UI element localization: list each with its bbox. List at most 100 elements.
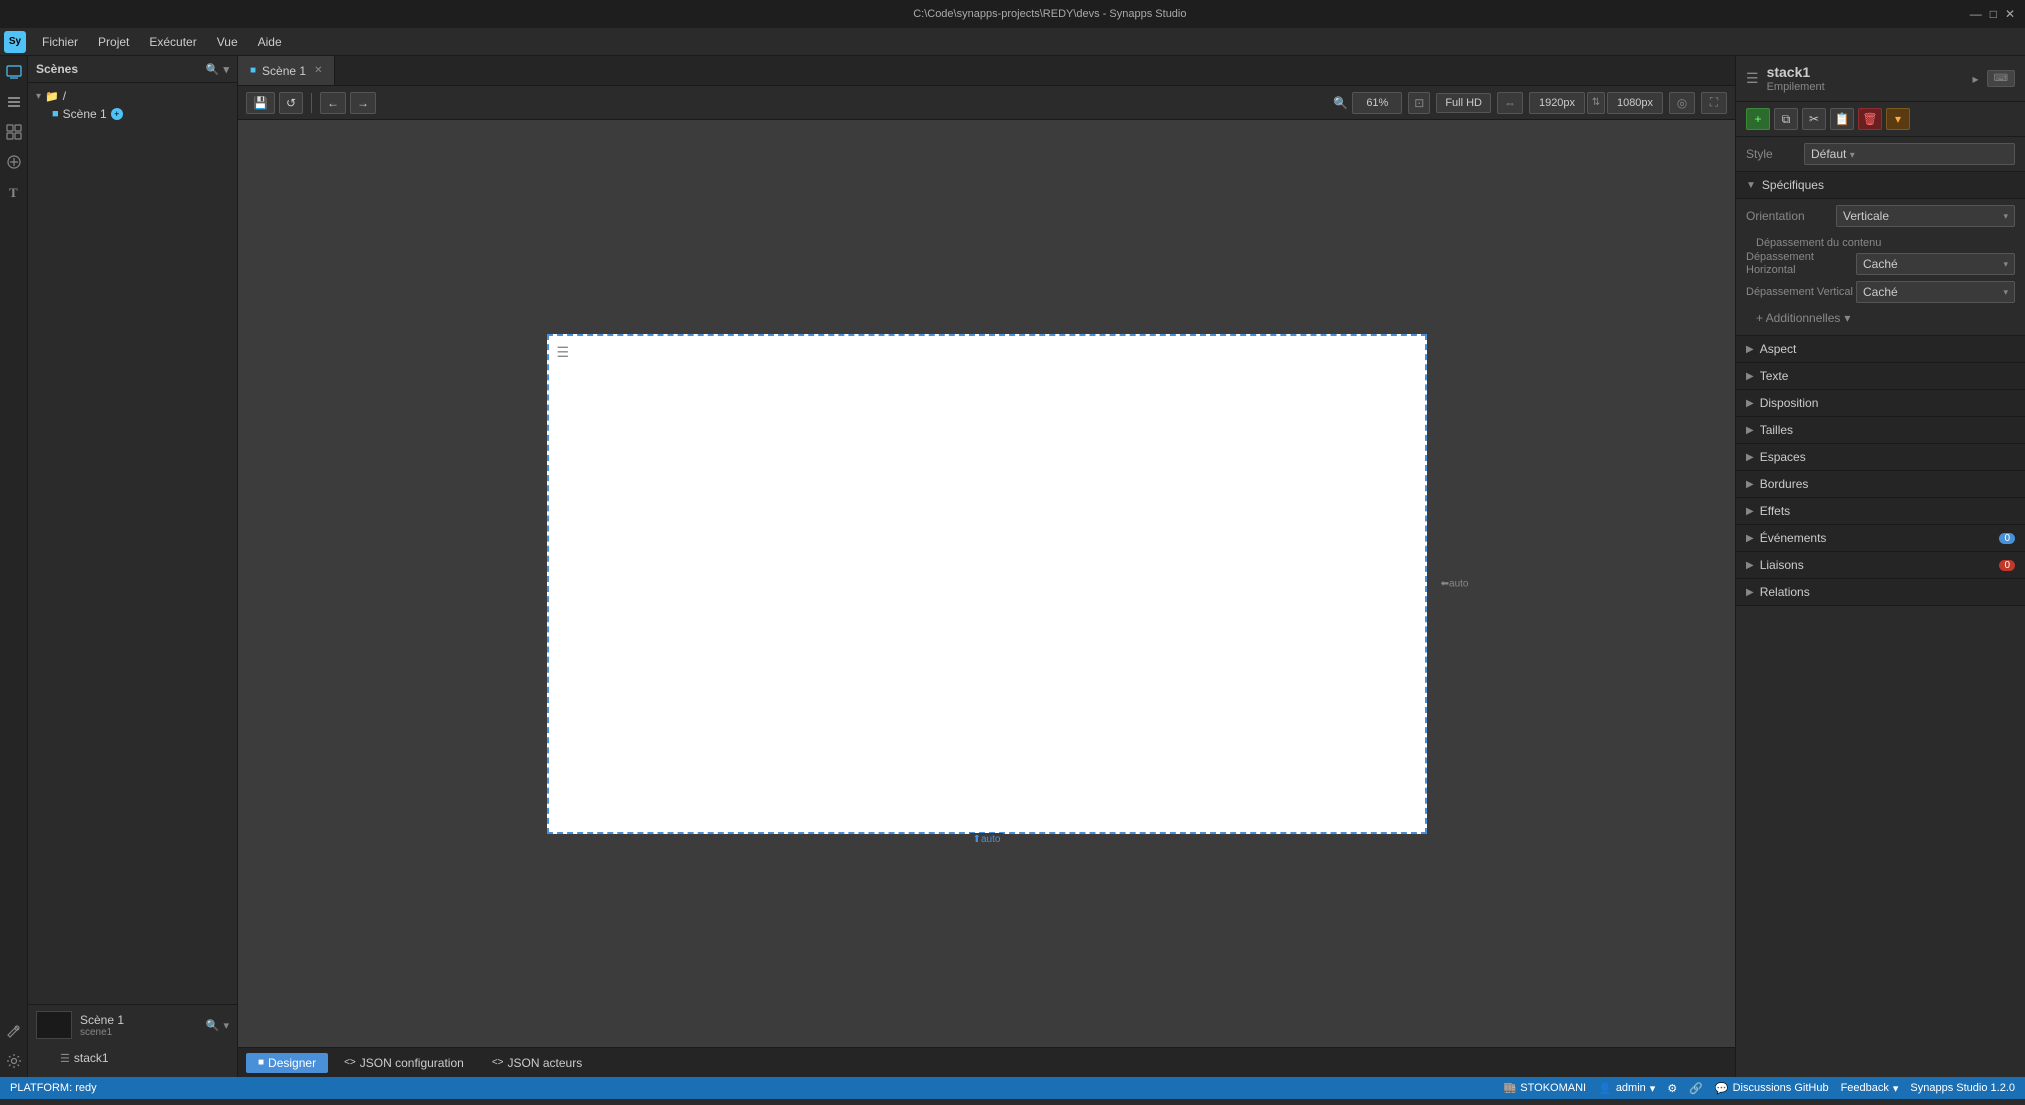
tailles-title: Tailles [1760, 423, 1793, 437]
status-admin[interactable]: 👤 admin ▾ [1598, 1082, 1655, 1095]
menu-aide[interactable]: Aide [248, 31, 292, 53]
sidebar-components-icon[interactable] [4, 122, 24, 142]
canvas-viewport[interactable]: ☰ ⬆auto ⬅auto [238, 120, 1735, 1047]
style-select-arrow: ▾ [1850, 150, 1855, 161]
mask-button[interactable]: ◎ [1669, 92, 1695, 114]
sidebar-text-icon[interactable]: T [4, 182, 24, 202]
bottom-tab-json-config[interactable]: <> JSON configuration [332, 1053, 476, 1073]
status-link[interactable]: 🔗 [1689, 1082, 1703, 1095]
panel-key-button[interactable]: ⌨ [1987, 70, 2015, 87]
canvas-tab-scene1[interactable]: ■ Scène 1 ✕ [238, 56, 335, 85]
espaces-header-left: ▶ Espaces [1746, 450, 1806, 464]
status-bar: PLATFORM: redy 🏬 STOKOMANI 👤 admin ▾ ⚙ 🔗… [0, 1077, 2025, 1099]
widget-toolbar: + ⧉ ✂ 📋 🗑 ▾ [1736, 102, 2025, 137]
aspect-title: Aspect [1760, 342, 1797, 356]
orientation-value: Verticale [1843, 209, 1889, 223]
additionnelles-button[interactable]: + Additionnelles ▾ [1746, 307, 2015, 329]
canvas-menu-icon[interactable]: ☰ [557, 344, 570, 361]
connect-button[interactable]: ⇔ [1497, 92, 1523, 114]
right-panel-title-block: stack1 Empilement [1767, 64, 1825, 93]
menu-executer[interactable]: Exécuter [139, 31, 206, 53]
panel-expand-button[interactable]: ▸ [1969, 70, 1983, 88]
width-input[interactable] [1529, 92, 1585, 114]
debordement-horizontal-value: Caché [1863, 257, 1898, 271]
sidebar-settings-icon[interactable] [4, 1051, 24, 1071]
debordement-vertical-select[interactable]: Caché ▾ [1856, 281, 2015, 303]
orientation-select[interactable]: Verticale ▾ [1836, 205, 2015, 227]
liaisons-title: Liaisons [1760, 558, 1804, 572]
svg-text:T: T [9, 185, 18, 200]
menu-fichier[interactable]: Fichier [32, 31, 88, 53]
specifiques-header[interactable]: ▼ Spécifiques [1736, 172, 2025, 199]
delete-widget-button[interactable]: 🗑 [1858, 108, 1882, 130]
specifiques-chevron: ▼ [1746, 180, 1756, 191]
evenements-section-header[interactable]: ▶ Événements 0 [1736, 525, 2025, 552]
mode-button[interactable]: Full HD [1436, 93, 1491, 113]
debordement-horizontal-select[interactable]: Caché ▾ [1856, 253, 2015, 275]
relations-section-header[interactable]: ▶ Relations [1736, 579, 2025, 606]
tailles-section-header[interactable]: ▶ Tailles [1736, 417, 2025, 444]
dimension-control: ⇅ [1529, 92, 1663, 114]
effets-title: Effets [1760, 504, 1790, 518]
file-panel-search-area: 🔍 ▾ [206, 63, 229, 76]
fullscreen-button[interactable]: ⛶ [1701, 92, 1727, 114]
resize-handle-bottom[interactable]: ⬆auto [969, 833, 1005, 846]
fit-icon-button[interactable]: ⊡ [1408, 92, 1430, 114]
more-widget-button[interactable]: ▾ [1886, 108, 1910, 130]
liaisons-section-header[interactable]: ▶ Liaisons 0 [1736, 552, 2025, 579]
menu-projet[interactable]: Projet [88, 31, 139, 53]
sidebar-layers-icon[interactable] [4, 92, 24, 112]
menu-vue[interactable]: Vue [207, 31, 248, 53]
status-feedback[interactable]: Feedback ▾ [1841, 1082, 1899, 1095]
save-button[interactable]: 💾 [246, 92, 275, 114]
status-discussions[interactable]: 💬 Discussions GitHub [1715, 1082, 1829, 1095]
bordures-section-header[interactable]: ▶ Bordures [1736, 471, 2025, 498]
add-widget-button[interactable]: + [1746, 108, 1770, 130]
tree-root-item[interactable]: ▾ 📁 / [28, 87, 237, 105]
copy-widget-button[interactable]: ⧉ [1774, 108, 1798, 130]
minimize-button[interactable]: — [1970, 7, 1982, 21]
zoom-input[interactable] [1352, 92, 1402, 114]
toolbar-right: 🔍 ⊡ Full HD ⇔ ⇅ ◎ ⛶ [1333, 92, 1727, 114]
aspect-section-header[interactable]: ▶ Aspect [1736, 336, 2025, 363]
style-label: Style [1746, 147, 1796, 161]
dimension-swap-icon[interactable]: ⇅ [1587, 92, 1605, 114]
file-panel-title: Scènes [36, 62, 78, 76]
scene-search-icon[interactable]: 🔍 [206, 1019, 220, 1032]
maximize-button[interactable]: □ [1990, 7, 1997, 21]
height-input[interactable] [1607, 92, 1663, 114]
disposition-section-header[interactable]: ▶ Disposition [1736, 390, 2025, 417]
sidebar-tools-icon[interactable] [4, 1021, 24, 1041]
paste-widget-button[interactable]: 📋 [1830, 108, 1854, 130]
github-icon: 💬 [1715, 1082, 1729, 1095]
resize-handle-right[interactable]: ⬅auto [1441, 578, 1469, 589]
stack-item-stack1[interactable]: ☰ stack1 [36, 1049, 229, 1067]
tree-scene1-item[interactable]: ■ Scène 1 + [28, 105, 237, 123]
back-button[interactable]: ← [320, 92, 346, 114]
sidebar-scenes-icon[interactable] [4, 62, 24, 82]
search-icon[interactable]: 🔍 [206, 63, 220, 76]
panel-menu-icon[interactable]: ▾ [223, 63, 229, 76]
scene-preview-section: Scène 1 scene1 🔍 ▾ ☰ stack1 [28, 1004, 237, 1077]
tab-close-button[interactable]: ✕ [314, 65, 322, 76]
close-button[interactable]: ✕ [2005, 7, 2015, 21]
status-settings[interactable]: ⚙ [1667, 1082, 1677, 1095]
espaces-section-header[interactable]: ▶ Espaces [1736, 444, 2025, 471]
tree-root-chevron: ▾ [36, 91, 41, 102]
scene-chevron-icon[interactable]: ▾ [223, 1019, 229, 1032]
bottom-tab-json-actors[interactable]: <> JSON acteurs [480, 1053, 594, 1073]
bottom-tab-designer[interactable]: ■ Designer [246, 1053, 328, 1073]
folder-icon: 📁 [45, 90, 59, 103]
forward-button[interactable]: → [350, 92, 376, 114]
additionnelles-label: + Additionnelles [1756, 311, 1840, 325]
effets-section-header[interactable]: ▶ Effets [1736, 498, 2025, 525]
undo-button[interactable]: ↺ [279, 92, 303, 114]
sidebar-plugins-icon[interactable] [4, 152, 24, 172]
texte-section-header[interactable]: ▶ Texte [1736, 363, 2025, 390]
stack-list: ☰ stack1 [36, 1045, 229, 1071]
style-select[interactable]: Défaut ▾ [1804, 143, 2015, 165]
debordement-vertical-label: Dépassement Vertical [1746, 286, 1856, 299]
canvas-tabs: ■ Scène 1 ✕ [238, 56, 1735, 86]
cut-widget-button[interactable]: ✂ [1802, 108, 1826, 130]
stack-icon: ☰ [60, 1052, 70, 1065]
